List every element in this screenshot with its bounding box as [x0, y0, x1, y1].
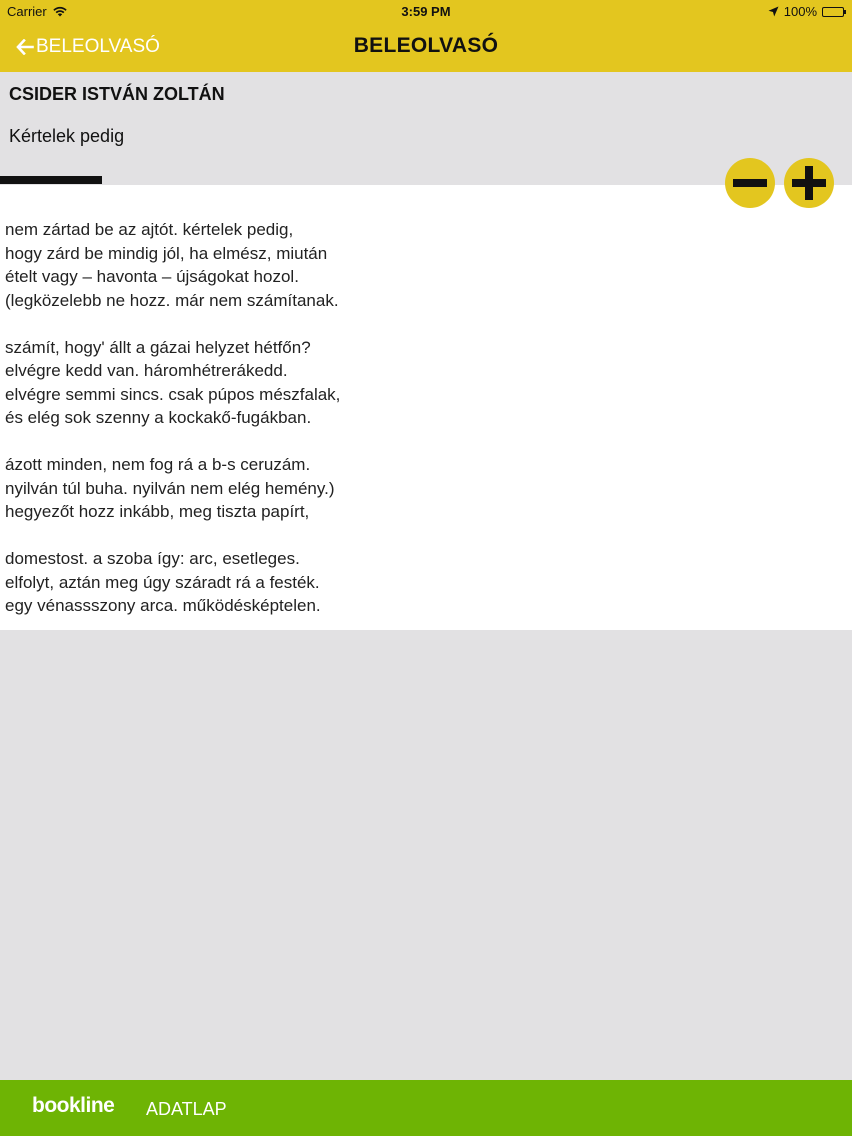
poem-text: nem zártad be az ajtót. kértelek pedig, h… [5, 218, 340, 618]
poem-line: számít, hogy' állt a gázai helyzet hétfő… [5, 337, 311, 357]
poem-line: ázott minden, nem fog rá a b-s ceruzám. [5, 455, 311, 474]
battery-icon [822, 6, 846, 17]
poem-line: elvégre kedd van. háromhétrerákedd. [5, 361, 288, 380]
poem-line: domestost. a szoba így: arc, esetleges. [5, 549, 300, 568]
bookline-logo[interactable]: bookline [32, 1094, 115, 1118]
nav-bar: BELEOLVASÓ BELEOLVASÓ [0, 24, 852, 72]
poem-line: és elég sok szenny a kockakő-fugákban. [5, 408, 312, 427]
plus-icon [792, 166, 826, 200]
poem-title: Kértelek pedig [9, 126, 125, 146]
poem-line: (legközelebb ne hozz. már nem számítanak… [5, 290, 339, 310]
nav-title: BELEOLVASÓ [353, 34, 499, 57]
poem-stanza: nem zártad be az ajtót. kértelek pedig, h… [5, 218, 340, 312]
status-right: 100% [768, 4, 846, 19]
poem-stanza: domestost. a szoba így: arc, esetleges. e… [5, 547, 340, 618]
battery-percent: 100% [783, 4, 817, 19]
location-arrow-icon [768, 6, 779, 17]
reading-progress-bar [0, 176, 102, 184]
poem-line: nem zártad be az ajtót. kértelek pedig, [5, 220, 294, 239]
bottom-bar: bookline ADATLAP [0, 1080, 852, 1136]
datasheet-link[interactable]: ADATLAP [146, 1099, 227, 1120]
poem-stanza: számít, hogy' állt a gázai helyzet hétfő… [5, 336, 340, 430]
zoom-out-button[interactable] [725, 158, 775, 208]
poem-line: elfolyt, aztán meg úgy száradt rá a fest… [5, 572, 320, 592]
poem-line: hogy zárd be mindig jól, ha elmész, miut… [5, 243, 328, 263]
poem-stanza: ázott minden, nem fog rá a b-s ceruzám. n… [5, 453, 340, 524]
author-name: CSIDER ISTVÁN ZOLTÁN [9, 84, 225, 104]
poem-line: hegyezőt hozz inkább, meg tiszta papírt, [5, 502, 310, 521]
poem-line: elvégre semmi sincs. csak púpos mészfala… [5, 384, 341, 404]
status-time: 3:59 PM [401, 4, 451, 19]
status-bar: Carrier 3:59 PM 100% [0, 0, 852, 24]
poem-line: egy vénassszony arca. működésképtelen. [5, 596, 321, 615]
poem-line: nyilván túl buha. nyilván nem elég hemén… [5, 478, 335, 498]
minus-icon [733, 179, 767, 187]
poem-content[interactable]: nem zártad be az ajtót. kértelek pedig, h… [0, 185, 852, 630]
poem-line: ételt vagy – havonta – újságokat hozol. [5, 267, 299, 286]
zoom-in-button[interactable] [784, 158, 834, 208]
